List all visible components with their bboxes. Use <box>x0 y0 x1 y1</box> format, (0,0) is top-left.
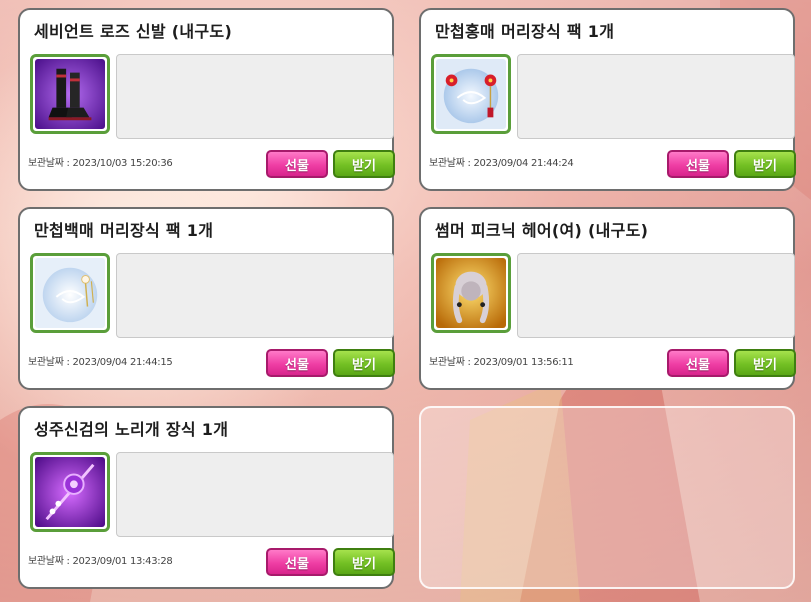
receive-button[interactable]: 받기 <box>734 150 796 178</box>
storage-item-card: 썸머 피크닉 헤어(여) (내구도) 보관날짜 : 2023/09/01 13:… <box>419 207 796 390</box>
gift-button[interactable]: 선물 <box>266 150 328 178</box>
storage-date: 보관날짜 : 2023/09/01 13:43:28 <box>28 552 173 567</box>
storage-date: 보관날짜 : 2023/09/01 13:56:11 <box>429 353 574 368</box>
storage-date: 보관날짜 : 2023/09/04 21:44:24 <box>429 154 574 169</box>
storage-date-value: 2023/09/04 21:44:15 <box>72 357 173 368</box>
storage-item-card: 만첩홍매 머리장식 팩 1개 보관날짜 : 2023/09/04 21:44:2… <box>419 8 796 191</box>
item-title: 성주신검의 노리개 장식 1개 <box>34 420 229 439</box>
storage-date-prefix: 보관날짜 : <box>28 357 70 368</box>
storage-item-card: 만첩백매 머리장식 팩 1개 보관날짜 : 2023/09/04 21:44:1… <box>18 207 395 390</box>
storage-date: 보관날짜 : 2023/09/04 21:44:15 <box>28 353 173 368</box>
storage-date-prefix: 보관날짜 : <box>28 556 70 567</box>
gift-button[interactable]: 선물 <box>667 349 729 377</box>
item-icon-frame <box>431 253 511 333</box>
item-title: 만첩백매 머리장식 팩 1개 <box>34 221 214 240</box>
item-title: 세비언트 로즈 신발 (내구도) <box>34 22 233 41</box>
storage-date-value: 2023/10/03 15:20:36 <box>72 158 173 169</box>
picnic-hair-icon <box>436 258 506 328</box>
storage-date-value: 2023/09/04 21:44:24 <box>473 158 574 169</box>
black-boots-icon <box>35 59 105 129</box>
receive-button[interactable]: 받기 <box>333 349 395 377</box>
receive-button[interactable]: 받기 <box>333 548 395 576</box>
storage-date-value: 2023/09/01 13:56:11 <box>473 357 574 368</box>
item-title: 썸머 피크닉 헤어(여) (내구도) <box>435 221 649 240</box>
storage-date-prefix: 보관날짜 : <box>28 158 70 169</box>
storage-date-prefix: 보관날짜 : <box>429 357 471 368</box>
storage-item-card: 세비언트 로즈 신발 (내구도) 보관날짜 : 2023/10/03 15:20… <box>18 8 395 191</box>
item-description-box <box>116 452 394 537</box>
red-plum-hair-ornament-pack-icon <box>436 59 506 129</box>
gift-button[interactable]: 선물 <box>667 150 729 178</box>
item-title: 만첩홍매 머리장식 팩 1개 <box>435 22 615 41</box>
item-icon-frame <box>431 54 511 134</box>
receive-button[interactable]: 받기 <box>333 150 395 178</box>
white-plum-hair-ornament-pack-icon <box>35 258 105 328</box>
item-description-box <box>517 54 795 139</box>
gift-button[interactable]: 선물 <box>266 349 328 377</box>
receive-button[interactable]: 받기 <box>734 349 796 377</box>
item-icon-frame <box>30 253 110 333</box>
purple-norigae-ornament-icon <box>35 457 105 527</box>
item-icon-frame <box>30 452 110 532</box>
storage-item-card: 성주신검의 노리개 장식 1개 보관날짜 : 2023/09/01 13:43:… <box>18 406 395 589</box>
item-icon-frame <box>30 54 110 134</box>
storage-date: 보관날짜 : 2023/10/03 15:20:36 <box>28 154 173 169</box>
storage-date-prefix: 보관날짜 : <box>429 158 471 169</box>
item-description-box <box>116 253 394 338</box>
item-description-box <box>116 54 394 139</box>
storage-date-value: 2023/09/01 13:43:28 <box>72 556 173 567</box>
gift-button[interactable]: 선물 <box>266 548 328 576</box>
empty-storage-slot <box>419 406 795 589</box>
item-description-box <box>517 253 795 338</box>
